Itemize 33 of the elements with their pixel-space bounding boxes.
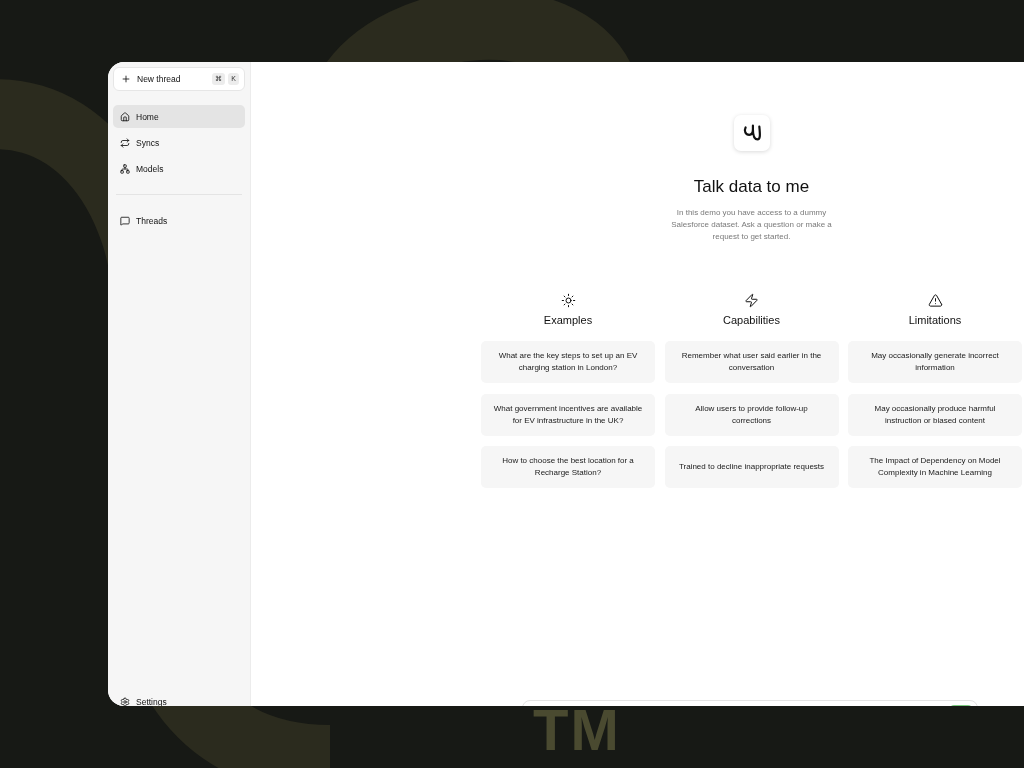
prompt-card[interactable]: What government incentives are available for EV infrastructure in the UK? xyxy=(481,393,655,436)
warning-icon xyxy=(927,293,943,308)
chat-icon xyxy=(120,215,130,226)
column-heading: Examples xyxy=(543,314,593,326)
prompt-card[interactable]: Allow users to provide follow-up corrections xyxy=(664,393,839,436)
prompt-card[interactable]: What are the key steps to set up an EV charging station in London? xyxy=(481,341,655,383)
page-title: Talk data to me xyxy=(693,177,810,197)
sidebar-label: Home xyxy=(136,111,159,122)
settings-icon xyxy=(120,697,130,706)
prompt-card[interactable]: May occasionally generate incorrect information xyxy=(848,341,1022,383)
sidebar-item[interactable]: Models xyxy=(113,157,245,180)
lightning-icon xyxy=(744,293,759,308)
arrows-icon xyxy=(120,137,130,148)
sidebar-label: Threads xyxy=(136,215,168,226)
sidebar-item[interactable]: Syncs xyxy=(113,131,245,154)
sidebar-label: Syncs xyxy=(136,137,160,148)
column-heading: Capabilities xyxy=(723,314,780,326)
prompt-card[interactable]: Trained to decline inappropriate requests xyxy=(664,446,839,488)
home-icon xyxy=(120,111,130,122)
sun-icon xyxy=(560,293,576,308)
column-heading: Limitations xyxy=(908,314,962,326)
sidebar-item[interactable]: Home xyxy=(113,105,245,128)
prompt-card[interactable]: How to choose the best location for a Recharge Station? xyxy=(481,446,655,488)
intro-text: In this demo you have access to a dummy Salesforce dataset. Ask a question or make a request to get started. xyxy=(670,207,833,243)
sidebar-label: Settings xyxy=(136,697,167,706)
prompt-card[interactable]: Remember what user said earlier in the conversation xyxy=(664,341,839,383)
sidebar-label: Models xyxy=(136,163,164,174)
prompt-card[interactable]: The Impact of Dependency on Model Complexity in Machine Learning xyxy=(848,446,1022,488)
sidebar-item[interactable]: Threads xyxy=(113,209,245,232)
plus-icon xyxy=(121,74,131,84)
sidebar-item[interactable]: Settings xyxy=(113,694,245,706)
prompt-card[interactable]: May occasionally produce harmful instruction or biased content xyxy=(848,393,1022,436)
network-icon xyxy=(120,163,130,174)
